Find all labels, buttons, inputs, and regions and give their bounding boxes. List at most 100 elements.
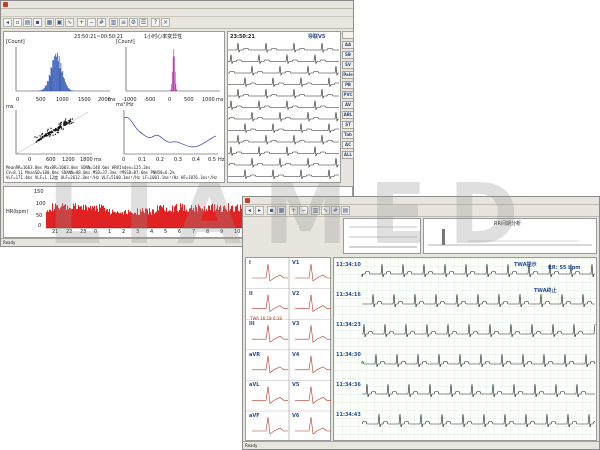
hr-trend-bar — [222, 211, 223, 228]
lead-label: I — [249, 260, 251, 266]
hr-trend-bar — [237, 204, 238, 228]
sidebar-button-8[interactable]: ABL — [342, 111, 354, 119]
scatter-point — [67, 122, 69, 124]
sidebar-button-11[interactable]: AC — [342, 141, 354, 149]
hr-trend-bar — [97, 208, 98, 228]
hr-trend-bar — [50, 210, 51, 228]
ecg-chart-icon[interactable]: ▤ — [341, 206, 350, 215]
analysis-duration: 1小时心率变异性 — [144, 34, 183, 40]
hr-trend-bar — [146, 208, 147, 228]
hr-trend-bar — [46, 212, 47, 228]
lead-label: V6 — [292, 413, 300, 419]
ecg-grid-icon[interactable]: # — [331, 206, 340, 215]
sidebar-button-10[interactable]: Tab — [342, 131, 354, 139]
save-icon[interactable]: ▪ — [33, 18, 42, 27]
ecg-layout-icon[interactable]: ▥ — [311, 206, 320, 215]
sidebar-button-12[interactable]: ALL — [342, 151, 354, 159]
scatter-tick-1: 600 — [46, 157, 56, 163]
sidebar-button-4[interactable]: Pale — [342, 71, 354, 79]
hr-trend-bar — [227, 211, 228, 228]
scatter-point — [63, 122, 65, 124]
sidebar-button-2[interactable]: SB — [342, 51, 354, 59]
grid-icon[interactable]: # — [97, 18, 106, 27]
ecg-zoom-in-icon[interactable]: + — [289, 206, 298, 215]
hr-trend-bar — [89, 208, 90, 228]
sidebar-button-5[interactable]: PB — [342, 81, 354, 89]
hr-trend-bar — [71, 209, 72, 228]
hr-trend-bar — [76, 209, 77, 228]
scatter-point — [51, 131, 53, 134]
ecg-waveform-icon[interactable]: ∿ — [321, 206, 330, 215]
lead-label: aVF — [249, 413, 260, 419]
scatter-point — [60, 123, 62, 126]
histogram-1-bar — [46, 84, 47, 91]
list-icon[interactable]: ☰ — [139, 18, 148, 27]
new-file-icon[interactable]: ▫ — [13, 18, 22, 27]
preview-icon[interactable]: ▣ — [55, 18, 64, 27]
hr-trend-bar — [113, 211, 114, 228]
hr-trend-bar — [110, 214, 111, 228]
hr-trend-bar — [86, 206, 87, 228]
histogram-2-tick-4: 1000 — [202, 97, 215, 103]
ecg-zoom-out-icon[interactable]: − — [299, 206, 308, 215]
histogram-1-bar — [60, 62, 62, 91]
ecg-trace — [228, 169, 339, 180]
scatter-point — [52, 134, 54, 136]
sidebar-button-7[interactable]: AV — [342, 101, 354, 109]
histogram-1-tick-3: 1500 — [78, 97, 91, 103]
hr-trend-bar — [109, 208, 110, 228]
hrv-analysis-panel: 23:50:21~00:50:21 1小时心率变异性 [Count] 0 500… — [3, 31, 225, 183]
back-icon[interactable]: ◂ — [3, 18, 12, 27]
hr-trend-bar — [98, 211, 99, 228]
waveform-icon[interactable]: ∿ — [65, 18, 74, 27]
histogram-1-bar — [73, 90, 74, 91]
hr-trend-bar — [61, 206, 62, 228]
hr-trend-bar — [238, 210, 239, 228]
chart-icon[interactable]: ▥ — [109, 18, 118, 27]
sidebar-button-9[interactable]: ST — [342, 121, 354, 129]
scatter-point — [46, 135, 49, 137]
hr-trend-bar — [219, 207, 220, 228]
rhythm-strip-panel: 11:34:10 11:34:16 11:34:23 11:34:30 11:34:36… — [333, 257, 597, 441]
hr-trend-bar — [233, 211, 234, 228]
zoom-in-icon[interactable]: + — [77, 18, 86, 27]
trend-x-tick: 7 — [192, 229, 196, 235]
histogram-2-bar — [176, 89, 177, 91]
ecg-back-icon[interactable]: ◂ — [245, 206, 254, 215]
lead-trace — [295, 294, 331, 313]
hr-trend-bar — [138, 214, 139, 228]
print-icon[interactable]: ▦ — [45, 18, 54, 27]
scatter-point — [63, 124, 65, 127]
hr-trend-bar — [198, 204, 199, 228]
hr-trend-bar — [182, 204, 183, 228]
histogram-2-bar — [175, 83, 177, 91]
hr-trend-bar — [75, 203, 76, 228]
sidebar-button-0[interactable] — [342, 31, 354, 39]
zoom-out-icon[interactable]: − — [87, 18, 96, 27]
histogram-2-bar — [174, 71, 176, 91]
ecg-trace — [228, 146, 339, 157]
hr-trend-bar — [224, 205, 225, 228]
sidebar-button-3[interactable]: SV — [342, 61, 354, 69]
strip-time-label: 11:34:16 — [336, 292, 361, 298]
hrv-toolbar: ◂ ▫ ▤ ▪ ▦ ▣ ∿ + − # ▥ ≡ ⚙ ☰ ? × — [1, 17, 353, 29]
annotation-twa-start: TWA提示 — [514, 262, 537, 268]
report-icon[interactable]: ≡ — [119, 18, 128, 27]
sidebar-button-1[interactable]: AA — [342, 41, 354, 49]
sidebar-button-6[interactable]: PVC — [342, 91, 354, 99]
help-icon[interactable]: ? — [151, 18, 160, 27]
settings-icon[interactable]: ⚙ — [129, 18, 138, 27]
ecg-save-icon[interactable]: ▪ — [267, 206, 276, 215]
ecg-forward-icon[interactable]: ▸ — [255, 206, 264, 215]
lead-trace — [252, 355, 288, 374]
open-folder-icon[interactable]: ▤ — [23, 18, 32, 27]
hr-trend-bar — [93, 207, 94, 228]
hr-trend-bar — [124, 211, 125, 228]
hr-trend-bar — [122, 212, 123, 228]
hr-trend-bar — [235, 206, 236, 228]
spectrum-tick-1: 0.1 — [138, 157, 146, 163]
exit-icon[interactable]: × — [161, 18, 170, 27]
trend-x-tick: 3 — [136, 229, 140, 235]
scatter-unit-x: ms — [94, 157, 102, 163]
ecg-print-icon[interactable]: ▦ — [277, 206, 286, 215]
